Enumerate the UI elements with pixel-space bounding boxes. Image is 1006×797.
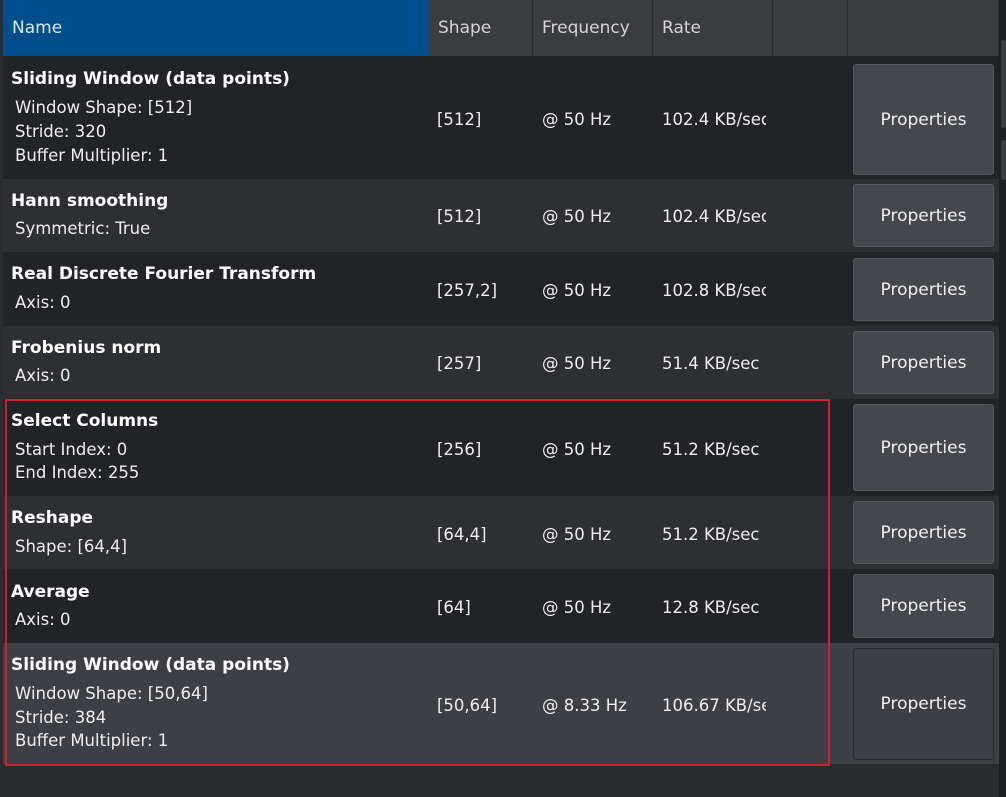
step-detail: Axis: 0 (15, 610, 71, 629)
rate-value: 12.8 KB/sec (662, 598, 760, 617)
table-row[interactable]: Average Axis: 0 [64] @ 50 Hz 12.8 KB/sec… (3, 569, 999, 643)
column-header-name[interactable]: Name (3, 0, 429, 56)
step-title: Frobenius norm (11, 338, 162, 358)
step-title: Select Columns (11, 411, 159, 431)
rate-value: 102.4 KB/sec (662, 207, 766, 226)
table-row[interactable]: Frobenius norm Axis: 0 [257] @ 50 Hz 51.… (3, 326, 999, 399)
step-detail: Window Shape: [512] (15, 98, 193, 117)
table-row[interactable]: Select Columns Start Index: 0 End Index:… (3, 399, 999, 496)
properties-button[interactable]: Properties (853, 64, 994, 175)
step-detail: Shape: [64,4] (15, 537, 128, 556)
properties-button[interactable]: Properties (853, 184, 994, 247)
shape-value: [257,2] (437, 281, 498, 300)
frequency-value: @ 50 Hz (542, 110, 612, 129)
step-detail: Window Shape: [50,64] (15, 684, 208, 703)
properties-button[interactable]: Properties (853, 404, 994, 491)
table-header: Name Shape Frequency Rate (0, 0, 1006, 56)
step-title: Real Discrete Fourier Transform (11, 264, 317, 284)
rate-value: 51.2 KB/sec (662, 525, 760, 544)
scrollbar-thumb[interactable] (1001, 40, 1006, 128)
step-title: Average (11, 582, 90, 602)
rate-value: 102.4 KB/sec (662, 110, 766, 129)
step-title: Sliding Window (data points) (11, 69, 290, 89)
rate-value: 51.2 KB/sec (662, 440, 760, 459)
step-title: Sliding Window (data points) (11, 655, 290, 675)
rate-value: 51.4 KB/sec (662, 354, 760, 373)
column-header-rate[interactable]: Rate (653, 0, 773, 56)
shape-value: [64,4] (437, 525, 487, 544)
scrollbar-thumb-secondary[interactable] (1001, 140, 1006, 180)
column-header-shape[interactable]: Shape (429, 0, 533, 56)
rate-value: 102.8 KB/sec (662, 281, 766, 300)
step-detail: Stride: 320 (15, 122, 107, 141)
frequency-value: @ 50 Hz (542, 525, 612, 544)
shape-value: [512] (437, 110, 482, 129)
properties-button[interactable]: Properties (853, 331, 994, 394)
shape-value: [256] (437, 440, 482, 459)
step-detail: Stride: 384 (15, 708, 107, 727)
frequency-value: @ 50 Hz (542, 354, 612, 373)
properties-button[interactable]: Properties (853, 501, 994, 564)
vertical-scrollbar[interactable] (999, 0, 1006, 797)
table-row[interactable]: Reshape Shape: [64,4] [64,4] @ 50 Hz 51.… (3, 496, 999, 569)
shape-value: [512] (437, 207, 482, 226)
step-detail: Buffer Multiplier: 1 (15, 731, 169, 750)
step-title: Hann smoothing (11, 191, 169, 211)
step-detail: Start Index: 0 (15, 440, 128, 459)
shape-value: [64] (437, 598, 471, 617)
pipeline-table: Name Shape Frequency Rate Sliding Window… (0, 0, 1006, 797)
column-header-blank-2 (848, 0, 999, 56)
step-title: Reshape (11, 508, 94, 528)
table-row-selected[interactable]: Sliding Window (data points) Window Shap… (3, 643, 999, 764)
table-row[interactable]: Sliding Window (data points) Window Shap… (3, 56, 999, 179)
column-header-blank-1 (773, 0, 848, 56)
step-detail: Symmetric: True (15, 219, 151, 238)
step-detail: End Index: 255 (15, 463, 140, 482)
frequency-value: @ 50 Hz (542, 281, 612, 300)
step-detail: Axis: 0 (15, 366, 71, 385)
table-row[interactable]: Hann smoothing Symmetric: True [512] @ 5… (3, 179, 999, 252)
step-detail: Buffer Multiplier: 1 (15, 146, 169, 165)
shape-value: [50,64] (437, 696, 498, 715)
frequency-value: @ 50 Hz (542, 207, 612, 226)
properties-button[interactable]: Properties (853, 574, 994, 638)
properties-button[interactable]: Properties (853, 258, 994, 321)
step-detail: Axis: 0 (15, 293, 71, 312)
column-header-frequency[interactable]: Frequency (533, 0, 653, 56)
properties-button[interactable]: Properties (853, 648, 994, 760)
frequency-value: @ 50 Hz (542, 440, 612, 459)
frequency-value: @ 50 Hz (542, 598, 612, 617)
frequency-value: @ 8.33 Hz (542, 696, 627, 715)
rate-value: 106.67 KB/sec (662, 696, 766, 715)
shape-value: [257] (437, 354, 482, 373)
table-row[interactable]: Real Discrete Fourier Transform Axis: 0 … (3, 252, 999, 326)
